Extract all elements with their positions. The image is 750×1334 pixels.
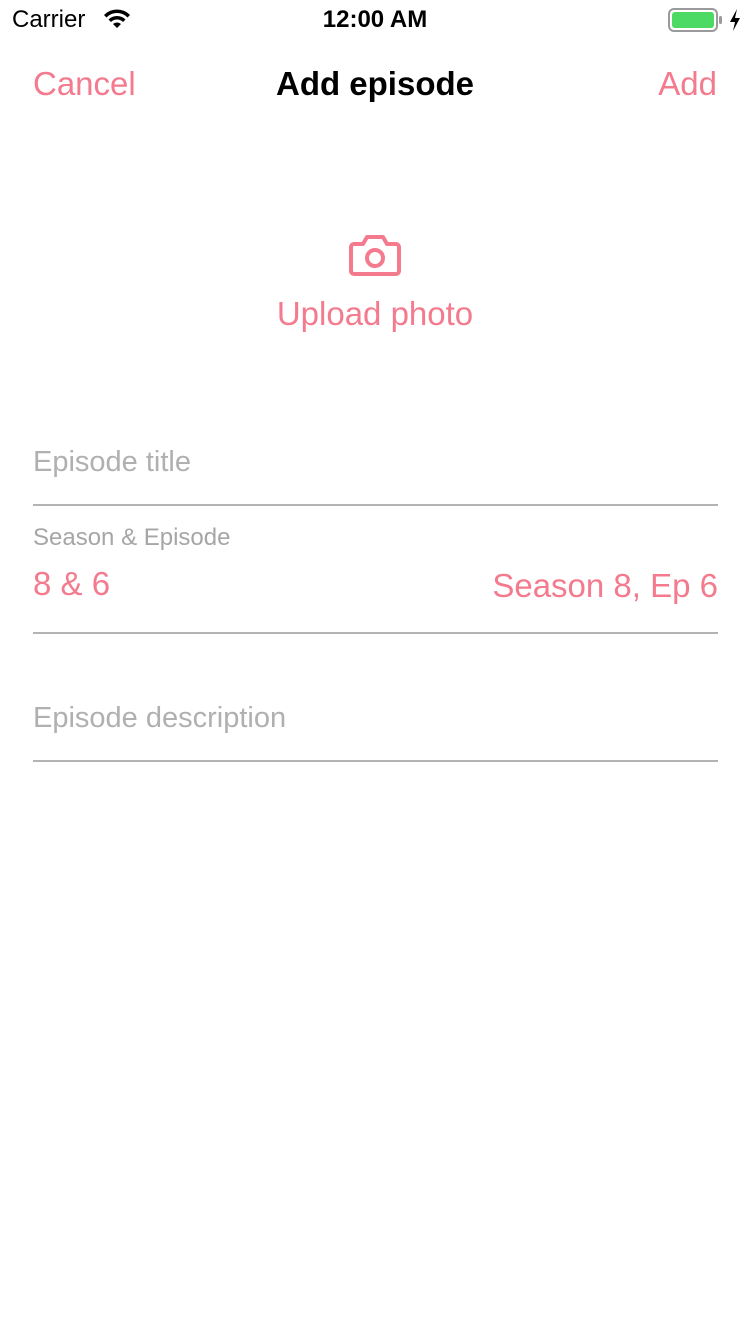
episode-title-placeholder[interactable]: Episode title	[33, 444, 191, 480]
clock: 12:00 AM	[322, 6, 428, 33]
upload-photo-button[interactable]: Upload photo	[0, 226, 750, 346]
battery-icon	[668, 8, 722, 32]
episode-description-placeholder[interactable]: Episode description	[33, 700, 286, 736]
charging-bolt-icon	[730, 9, 740, 31]
add-button[interactable]: Add	[658, 64, 717, 104]
page-title: Add episode	[275, 65, 475, 102]
season-episode-field[interactable]: Season & Episode 8 & 6 Season 8, Ep 6	[33, 506, 718, 634]
upload-photo-label: Upload photo	[276, 295, 474, 332]
navigation-bar: Cancel Add episode Add	[0, 58, 750, 114]
status-bar: Carrier 12:00 AM	[0, 0, 750, 40]
season-episode-caption: Season & Episode	[33, 524, 231, 551]
season-episode-summary: Season 8, Ep 6	[492, 567, 718, 604]
camera-icon	[349, 235, 401, 276]
season-episode-value[interactable]: 8 & 6	[33, 564, 110, 604]
episode-title-field[interactable]: Episode title	[33, 420, 718, 506]
episode-description-field[interactable]: Episode description	[33, 676, 718, 762]
